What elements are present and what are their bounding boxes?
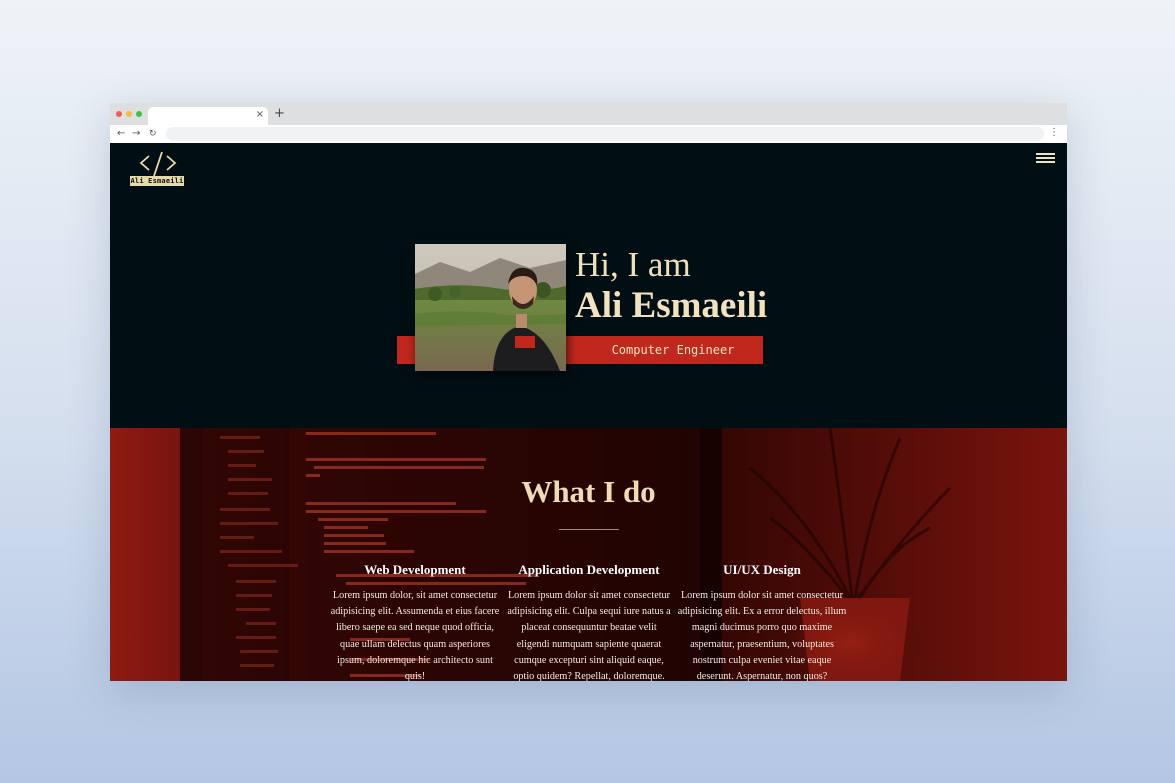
service-description: Lorem ipsum dolor sit amet consectetur a… xyxy=(507,590,671,681)
hero-section: Ali Esmaeili Computer Engineer Hi, I am … xyxy=(110,143,1067,428)
new-tab-button[interactable]: + xyxy=(274,107,285,121)
minimize-window-button[interactable] xyxy=(126,111,132,117)
service-description: Lorem ipsum dolor sit amet consectetur a… xyxy=(677,590,847,681)
service-title: UI/UX Design xyxy=(723,562,801,577)
back-arrow-icon[interactable]: ← xyxy=(117,127,125,141)
close-window-button[interactable] xyxy=(116,111,122,117)
title-divider xyxy=(559,529,619,530)
hero-greeting: Hi, I am xyxy=(575,245,691,284)
service-title: Application Development xyxy=(518,562,660,577)
service-application-development: Application Development Lorem ipsum dolo… xyxy=(504,561,674,681)
service-web-development: Web Development Lorem ipsum dolor, sit a… xyxy=(330,561,500,681)
browser-window: × + ← → ↻ ⋮ Ali Esmaeili Computer Engine… xyxy=(110,103,1067,681)
service-title: Web Development xyxy=(364,562,466,577)
service-ui-ux-design: UI/UX Design Lorem ipsum dolor sit amet … xyxy=(677,561,847,681)
hero-subtitle: Computer Engineer xyxy=(611,343,735,357)
page-viewport: Ali Esmaeili Computer Engineer Hi, I am … xyxy=(110,143,1067,681)
site-logo[interactable]: Ali Esmaeili xyxy=(130,151,184,186)
code-brackets-icon xyxy=(139,151,177,177)
browser-menu-icon[interactable]: ⋮ xyxy=(1049,126,1059,140)
service-description: Lorem ipsum dolor, sit amet consectetur … xyxy=(330,590,500,681)
hamburger-menu-icon[interactable] xyxy=(1036,153,1055,163)
browser-toolbar: ← → ↻ ⋮ xyxy=(110,125,1067,144)
reload-icon[interactable]: ↻ xyxy=(149,127,157,141)
tab-bar: × + xyxy=(110,103,1067,125)
forward-arrow-icon[interactable]: → xyxy=(132,127,140,141)
hero-name: Ali Esmaeili xyxy=(575,285,768,326)
browser-tab[interactable]: × xyxy=(148,107,268,125)
logo-text: Ali Esmaeili xyxy=(130,176,184,186)
services-section: What I do Web Development Lorem ipsum do… xyxy=(110,428,1067,681)
profile-photo xyxy=(415,244,566,371)
close-tab-icon[interactable]: × xyxy=(256,109,264,121)
profile-photo-illustration xyxy=(415,244,566,371)
services-title: What I do xyxy=(521,474,656,509)
maximize-window-button[interactable] xyxy=(136,111,142,117)
address-bar[interactable] xyxy=(166,127,1044,141)
